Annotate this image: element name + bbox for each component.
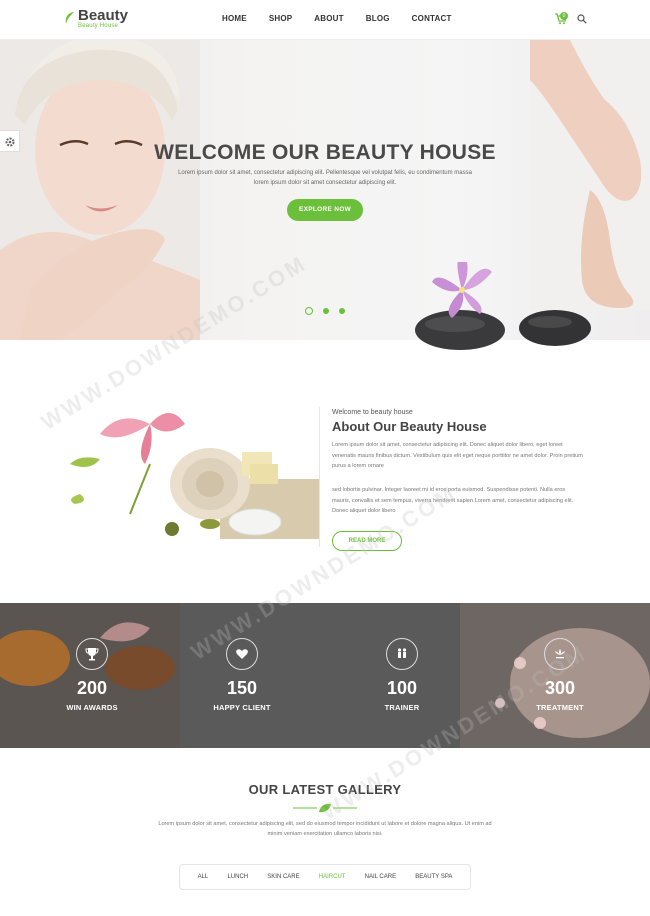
spa-products-image	[60, 404, 320, 544]
stat-number: 300	[544, 678, 576, 698]
explore-now-button[interactable]: EXPLORE NOW	[287, 199, 363, 221]
read-more-button[interactable]: READ MORE	[332, 531, 402, 551]
about-divider	[319, 407, 320, 547]
nav-home[interactable]: HOME	[222, 14, 247, 23]
slider-dot-1[interactable]	[305, 307, 313, 315]
heart-icon-wrap	[226, 638, 258, 670]
hero-title: WELCOME OUR BEAUTY HOUSE	[154, 141, 496, 164]
filter-beauty-spa[interactable]: BEAUTY SPA	[415, 874, 452, 880]
brand-tagline: Beauty House	[78, 23, 119, 29]
filter-lunch[interactable]: LUNCH	[227, 874, 248, 880]
stat-number: 150	[226, 678, 258, 698]
people-icon-wrap	[386, 638, 418, 670]
settings-tab[interactable]	[0, 130, 20, 152]
about-title: About Our Beauty House	[332, 419, 487, 434]
logo[interactable]: Beauty Beauty House	[64, 8, 128, 32]
trophy-icon-wrap	[76, 638, 108, 670]
spa-stones-flower-image	[415, 262, 591, 350]
gallery-filters: ALL LUNCH SKIN CARE HAIRCUT NAIL CARE BE…	[179, 864, 471, 890]
stat-label: HAPPY CLIENT	[213, 703, 271, 712]
stats-section: 200 WIN AWARDS 150 HAPPY CLIENT 100 TRAI…	[0, 603, 650, 748]
heart-icon	[236, 649, 248, 659]
gallery-title: OUR LATEST GALLERY	[248, 782, 402, 797]
filter-haircut[interactable]: HAIRCUT	[319, 874, 346, 880]
leaf-logo-icon	[65, 12, 74, 24]
cart-count-badge: 0	[560, 12, 568, 20]
stat-label: TREATMENT	[536, 703, 584, 712]
stat-label: TRAINER	[384, 703, 420, 712]
about-kicker: Welcome to beauty house	[332, 409, 413, 416]
slider-dots	[305, 307, 355, 315]
stat-trainer: 100 TRAINER	[352, 638, 452, 712]
slider-dot-3[interactable]	[339, 308, 345, 314]
people-icon	[397, 648, 407, 658]
woman-face-image	[0, 40, 200, 340]
trophy-icon	[85, 648, 99, 661]
main-nav: HOME SHOP ABOUT BLOG CONTACT	[222, 14, 474, 23]
nav-about[interactable]: ABOUT	[314, 14, 343, 23]
lotus-icon	[555, 649, 565, 659]
gear-icon	[5, 137, 15, 147]
search-icon[interactable]	[577, 14, 587, 24]
brand-name: Beauty	[78, 7, 129, 24]
about-paragraph-2: sed lobortis pulvinar. Integer laoreet m…	[332, 487, 574, 514]
stat-treatment: 300 TREATMENT	[510, 638, 610, 712]
nav-shop[interactable]: SHOP	[269, 14, 292, 23]
filter-all[interactable]: ALL	[198, 874, 209, 880]
filter-nail-care[interactable]: NAIL CARE	[365, 874, 396, 880]
hero-description: Lorem ipsum dolor sit amet, consectetur …	[178, 170, 472, 186]
about-paragraph-1: Lorem ipsum dolor sit amet, consectetur …	[332, 442, 583, 469]
stat-number: 200	[76, 678, 108, 698]
gallery-description: Lorem ipsum dolor sit amet, consectetur …	[158, 821, 492, 837]
header: Beauty Beauty House HOME SHOP ABOUT BLOG…	[0, 0, 650, 40]
slider-dot-2[interactable]	[323, 308, 329, 314]
leaf-divider-icon	[293, 803, 357, 813]
filter-skin-care[interactable]: SKIN CARE	[267, 874, 299, 880]
stat-happy-client: 150 HAPPY CLIENT	[192, 638, 292, 712]
stat-label: WIN AWARDS	[66, 703, 118, 712]
stat-number: 100	[386, 678, 418, 698]
nav-contact[interactable]: CONTACT	[412, 14, 452, 23]
lotus-icon-wrap	[544, 638, 576, 670]
nav-blog[interactable]: BLOG	[366, 14, 390, 23]
stat-win-awards: 200 WIN AWARDS	[42, 638, 142, 712]
